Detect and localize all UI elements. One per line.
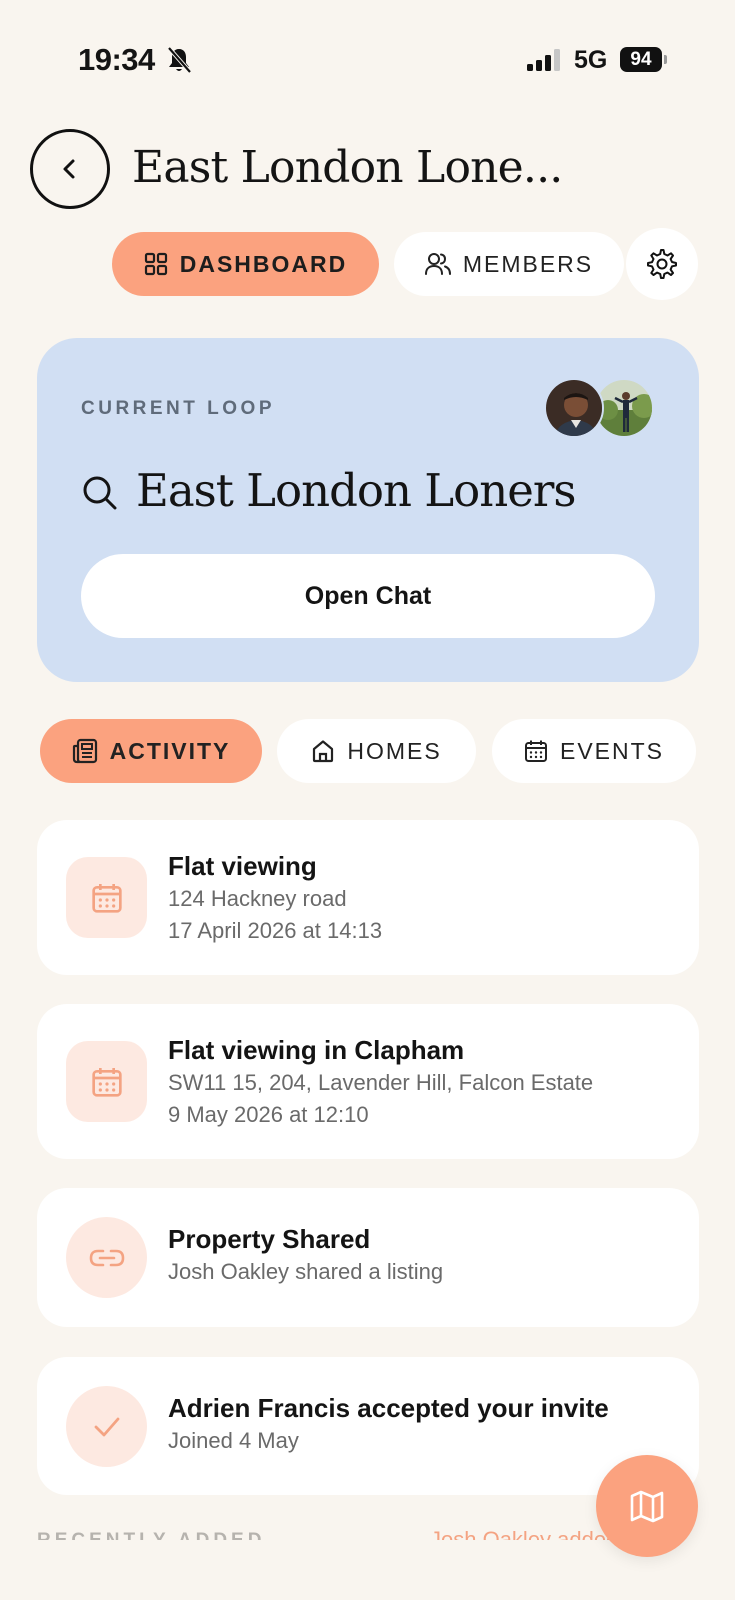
link-icon <box>89 1249 124 1266</box>
activity-icon-box <box>66 1041 147 1122</box>
activity-title: Property Shared <box>168 1224 371 1254</box>
current-loop-card: CURRENT LOOP East London Loners Open Cha… <box>37 338 699 682</box>
activity-icon-box <box>66 1386 147 1467</box>
back-button[interactable] <box>30 129 110 209</box>
member-photo-1 <box>546 380 602 436</box>
tab-dashboard-label: DASHBOARD <box>179 250 348 277</box>
avatar[interactable] <box>544 378 604 438</box>
search-icon <box>83 476 117 510</box>
loop-name: East London Loners <box>136 464 576 517</box>
bell-muted-icon <box>167 46 192 74</box>
check-icon <box>94 1417 119 1436</box>
tab-homes-label: HOMES <box>347 737 442 764</box>
status-bar: 19:34 5G 94 <box>0 0 735 120</box>
users-icon <box>424 253 451 275</box>
activity-title: Flat viewing in Clapham <box>168 1035 465 1065</box>
battery-tip <box>664 55 667 64</box>
activity-detail: Joined 4 May <box>168 1428 299 1453</box>
tab-events[interactable]: EVENTS <box>492 719 696 783</box>
signal-icon <box>527 49 560 71</box>
activity-datetime: 9 May 2026 at 12:10 <box>168 1102 369 1127</box>
tab-events-label: EVENTS <box>559 737 665 764</box>
calendar-icon <box>524 740 547 762</box>
tab-members-label: MEMBERS <box>462 250 594 277</box>
open-chat-button[interactable]: Open Chat <box>81 554 655 638</box>
map-icon <box>630 1490 664 1523</box>
battery-indicator: 94 <box>620 47 662 72</box>
activity-detail: 124 Hackney road <box>168 886 347 911</box>
grid-icon <box>144 252 167 276</box>
current-loop-label: CURRENT LOOP <box>81 398 275 419</box>
activity-item[interactable]: Flat viewing in Clapham SW11 15, 204, La… <box>37 1004 699 1159</box>
settings-button[interactable] <box>626 228 698 300</box>
activity-detail: SW11 15, 204, Lavender Hill, Falcon Esta… <box>168 1070 594 1095</box>
activity-title: Flat viewing <box>168 851 317 881</box>
tab-activity[interactable]: ACTIVITY <box>40 719 262 783</box>
map-button[interactable] <box>596 1455 698 1557</box>
activity-datetime: 17 April 2026 at 14:13 <box>168 918 383 943</box>
gear-icon <box>647 249 677 279</box>
status-time: 19:34 <box>78 42 155 77</box>
activity-icon-box <box>66 857 147 938</box>
tab-dashboard[interactable]: DASHBOARD <box>112 232 379 296</box>
activity-title: Adrien Francis accepted your invite <box>168 1393 609 1423</box>
network-label: 5G <box>574 46 608 74</box>
chevron-left-icon <box>63 159 75 179</box>
tab-activity-label: ACTIVITY <box>109 737 231 764</box>
calendar-icon <box>91 1067 122 1097</box>
calendar-icon <box>91 883 122 913</box>
page-title: East London Lone... <box>132 142 563 193</box>
activity-item[interactable]: Property Shared Josh Oakley shared a lis… <box>37 1188 699 1327</box>
home-icon <box>313 740 334 763</box>
tab-members[interactable]: MEMBERS <box>394 232 624 296</box>
newspaper-icon <box>72 738 97 764</box>
tab-homes[interactable]: HOMES <box>277 719 476 783</box>
activity-icon-box <box>66 1217 147 1298</box>
member-photo-2 <box>596 380 652 436</box>
activity-item[interactable]: Flat viewing 124 Hackney road 17 April 2… <box>37 820 699 975</box>
activity-detail: Josh Oakley shared a listing <box>168 1259 444 1284</box>
activity-item[interactable]: Adrien Francis accepted your invite Join… <box>37 1357 699 1495</box>
